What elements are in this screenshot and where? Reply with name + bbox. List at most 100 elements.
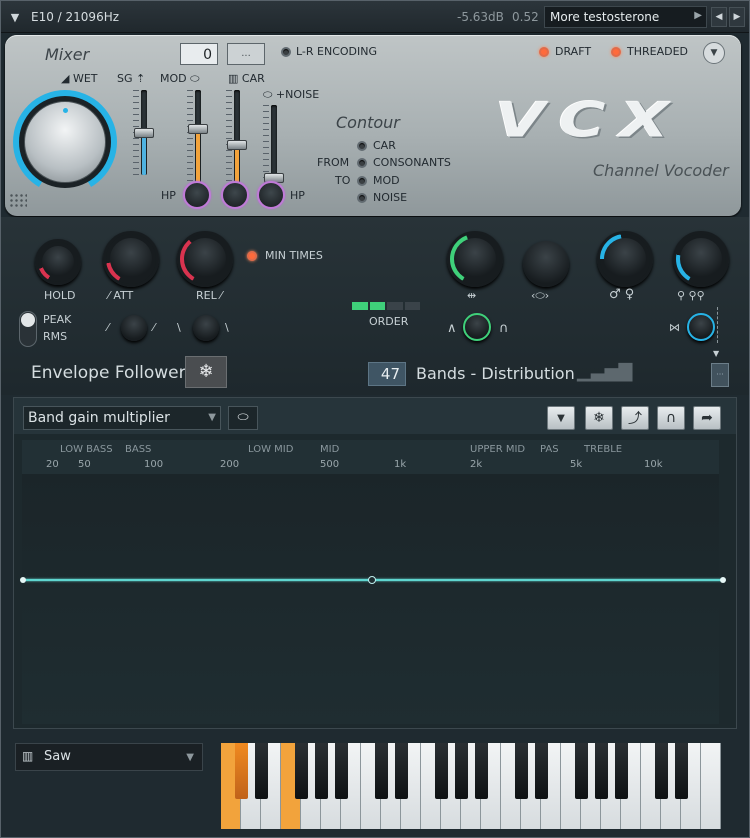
min-times-led[interactable]: [247, 251, 257, 261]
wet-knob[interactable]: [13, 90, 117, 194]
preset-bar: ▼ E10 / 21096Hz -5.63dB 0.52 More testos…: [1, 1, 749, 33]
order-meter[interactable]: [352, 302, 420, 310]
att-curve-knob[interactable]: [121, 315, 147, 341]
formant-knob[interactable]: [463, 313, 491, 341]
panel-arrow-icon: ▼: [713, 349, 720, 358]
voices-knob[interactable]: [673, 231, 729, 287]
preset-selector[interactable]: More testosterone ▶: [544, 6, 707, 28]
level-readout: -5.63dB: [457, 10, 504, 24]
rel-curve-knob[interactable]: [193, 315, 219, 341]
side-panel-button[interactable]: ···: [711, 363, 729, 387]
rel-knob[interactable]: [177, 231, 233, 287]
contour-car-radio[interactable]: [357, 141, 367, 151]
black-key[interactable]: [254, 743, 268, 799]
att-knob[interactable]: [103, 231, 159, 287]
freq-region-label: LOW BASS: [60, 444, 113, 455]
curve-point-right[interactable]: [720, 577, 726, 583]
black-key[interactable]: [574, 743, 588, 799]
hp-left-label: HP: [161, 189, 176, 202]
black-key[interactable]: [434, 743, 448, 799]
black-key[interactable]: [674, 743, 688, 799]
mouth-button[interactable]: ⬭: [228, 406, 258, 430]
black-key[interactable]: [374, 743, 388, 799]
lr-encoding-label: L-R ENCODING: [296, 45, 378, 58]
gender-knob[interactable]: [597, 231, 653, 287]
channel-vocoder-subtitle: Channel Vocoder: [593, 161, 729, 180]
magnet-icon[interactable]: ∩: [657, 406, 685, 430]
graph-dropdown[interactable]: Band gain multiplier ▼: [23, 406, 221, 430]
contour-mod-label: MOD: [373, 174, 400, 187]
black-key[interactable]: [474, 743, 488, 799]
curve-point-mid[interactable]: [368, 576, 376, 584]
draft-led[interactable]: [539, 47, 549, 57]
male-female-icon: ♂ ♀: [609, 287, 635, 302]
threaded-led[interactable]: [611, 47, 621, 57]
stereo-knob[interactable]: [447, 231, 503, 287]
hp-car-knob[interactable]: [221, 181, 249, 209]
preset-name: More testosterone: [550, 10, 660, 24]
hold-knob[interactable]: [35, 239, 81, 285]
black-key[interactable]: [314, 743, 328, 799]
mixer-dots-button[interactable]: ···: [227, 43, 265, 65]
order-label: ORDER: [369, 315, 409, 328]
next-preset-button[interactable]: ▶: [729, 7, 745, 27]
black-key[interactable]: [614, 743, 628, 799]
band-graph[interactable]: Band gain multiplier ▼ ⬭ ▼ ❄ ⤴ ∩ ➦ LOW B…: [13, 397, 737, 729]
black-key[interactable]: [534, 743, 548, 799]
lr-encoding-led[interactable]: [281, 47, 291, 57]
mod-fader[interactable]: [188, 90, 208, 185]
options-chevron-icon[interactable]: ▼: [703, 42, 725, 64]
black-key[interactable]: [294, 743, 308, 799]
hp-right-label: HP: [290, 189, 305, 202]
freq-tick-label: 100: [144, 459, 164, 470]
contour-consonants-label: CONSONANTS: [373, 156, 451, 169]
snowflake-icon[interactable]: ❄: [585, 406, 613, 430]
unison-knob[interactable]: [687, 313, 715, 341]
black-key[interactable]: [454, 743, 468, 799]
curve-point-left[interactable]: [20, 577, 26, 583]
graph-menu-button[interactable]: ▼: [547, 406, 575, 430]
noise-fader[interactable]: [264, 105, 284, 185]
mod-label: MOD ⬭: [160, 72, 200, 85]
hp-noise-knob[interactable]: [257, 181, 285, 209]
mixer-number-box[interactable]: 0: [180, 43, 218, 65]
contour-consonants-radio[interactable]: [357, 158, 367, 168]
contour-noise-radio[interactable]: [357, 193, 367, 203]
spread-knob[interactable]: [523, 241, 569, 287]
peak-rms-toggle[interactable]: [19, 311, 37, 347]
black-key[interactable]: [394, 743, 408, 799]
wet-label: ◢ WET: [61, 72, 98, 85]
black-key[interactable]: [594, 743, 608, 799]
hold-label: HOLD: [44, 289, 76, 302]
freeze-button[interactable]: ❄: [185, 356, 227, 388]
preset-slot[interactable]: E10 / 21096Hz: [31, 10, 119, 24]
black-key[interactable]: [514, 743, 528, 799]
black-key[interactable]: [234, 743, 248, 799]
arrow-tool-icon[interactable]: ➦: [693, 406, 721, 430]
prev-preset-button[interactable]: ◀: [711, 7, 727, 27]
waveform-selector[interactable]: ▥ Saw ▼: [15, 743, 203, 771]
car-label: ▥ CAR: [228, 72, 265, 85]
preset-arrow-icon: ▶: [694, 10, 702, 21]
bands-count-box[interactable]: 47: [368, 362, 406, 386]
black-key[interactable]: [654, 743, 668, 799]
white-key[interactable]: [701, 743, 721, 829]
contour-title: Contour: [336, 113, 400, 132]
vcx-logo: VCX: [495, 93, 683, 149]
menu-arrow-icon[interactable]: ▼: [7, 9, 23, 25]
waveform-arrow-icon: ▼: [186, 752, 194, 763]
min-times-label: MIN TIMES: [265, 249, 323, 262]
hp-mod-knob[interactable]: [183, 181, 211, 209]
freq-region-label: PAS: [540, 444, 559, 455]
car-fader[interactable]: [227, 90, 247, 185]
bands-bars-icon: ▁▃▅▇: [577, 361, 633, 382]
envelope-section: HOLD ⁄ ATT REL ⁄ MIN TIMES PEAK RMS ⁄ ⁄ …: [1, 217, 749, 395]
threaded-label: THREADED: [627, 45, 688, 58]
piano-keyboard[interactable]: [221, 743, 721, 829]
sg-fader[interactable]: [134, 90, 154, 175]
freq-region-label: UPPER MID: [470, 444, 526, 455]
graph-area[interactable]: [22, 474, 719, 724]
black-key[interactable]: [334, 743, 348, 799]
contour-mod-radio[interactable]: [357, 176, 367, 186]
curve-tool-icon[interactable]: ⤴: [621, 406, 649, 430]
